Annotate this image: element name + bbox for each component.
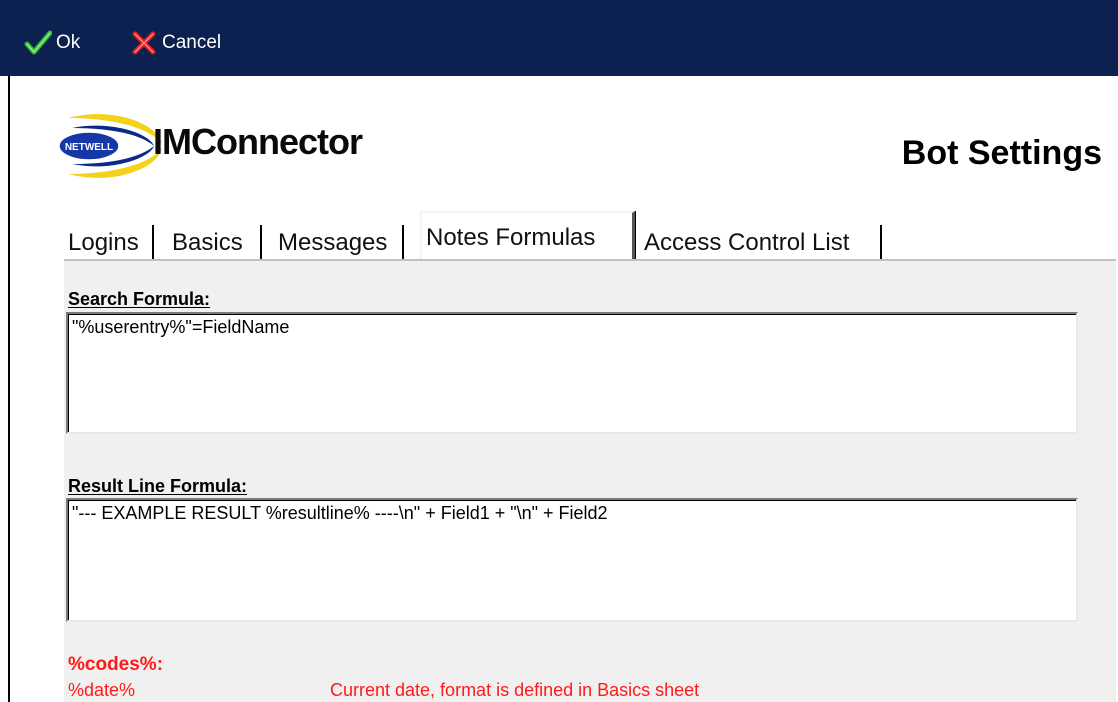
logo-text: NETWELL: [65, 142, 113, 153]
code-description: Current date, format is defined in Basic…: [330, 680, 700, 700]
left-border: [8, 76, 10, 702]
search-formula-input[interactable]: "%userentry%"=FieldName: [66, 312, 1078, 434]
brand-name: IMConnector: [153, 121, 363, 162]
toolbar: Ok Cancel: [0, 0, 1118, 76]
tab-notes-formulas[interactable]: Notes Formulas: [420, 211, 635, 261]
cancel-button[interactable]: Cancel: [130, 28, 221, 58]
ok-button[interactable]: Ok: [24, 28, 80, 58]
codes-heading: %codes%:: [68, 654, 164, 675]
ok-label: Ok: [56, 32, 81, 53]
result-line-formula-input[interactable]: "--- EXAMPLE RESULT %resultline% ----\n"…: [66, 498, 1078, 622]
checkmark-icon: [24, 29, 53, 57]
tab-messages[interactable]: Messages: [274, 225, 404, 261]
tab-strip: Logins Basics Messages Notes Formulas Ac…: [64, 211, 1116, 261]
tab-logins[interactable]: Logins: [64, 225, 154, 261]
search-formula-label: Search Formula:: [68, 289, 211, 309]
netwell-logo: NETWELL: [54, 108, 166, 184]
tab-access-control-list[interactable]: Access Control List: [640, 225, 882, 261]
code-key: %date%: [68, 680, 136, 700]
tab-basics[interactable]: Basics: [168, 225, 262, 261]
page-title: Bot Settings: [901, 134, 1102, 172]
result-line-formula-label: Result Line Formula:: [68, 476, 248, 496]
cancel-label: Cancel: [162, 32, 222, 53]
x-cross-icon: [130, 29, 158, 57]
